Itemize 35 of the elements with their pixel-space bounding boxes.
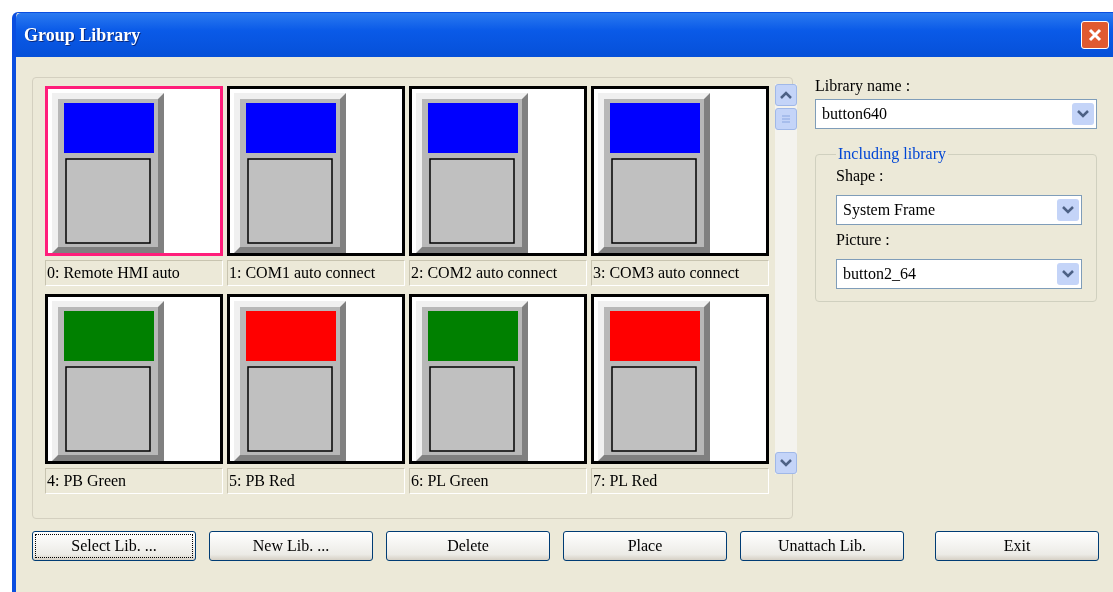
close-icon[interactable] xyxy=(1081,21,1109,49)
library-item[interactable] xyxy=(227,86,405,256)
item-label: 5: PB Red xyxy=(227,468,405,494)
group-title: Including library xyxy=(837,145,947,163)
dialog-button[interactable]: Select Lib. ... xyxy=(32,531,196,561)
library-item[interactable] xyxy=(409,86,587,256)
scroll-up-icon[interactable] xyxy=(775,84,797,106)
library-item[interactable] xyxy=(591,86,769,256)
dialog-button[interactable]: Delete xyxy=(386,531,550,561)
item-label: 2: COM2 auto connect xyxy=(409,260,587,286)
dialog-button[interactable]: New Lib. ... xyxy=(209,531,373,561)
dropdown[interactable]: button640 xyxy=(815,99,1097,129)
scroll-down-icon[interactable] xyxy=(775,452,797,474)
library-item[interactable] xyxy=(227,294,405,464)
library-item[interactable] xyxy=(409,294,587,464)
item-label: 3: COM3 auto connect xyxy=(591,260,769,286)
item-label: 0: Remote HMI auto xyxy=(45,260,223,286)
dropdown[interactable]: System Frame xyxy=(836,195,1082,225)
field-label: Picture : xyxy=(836,231,891,250)
library-item[interactable] xyxy=(591,294,769,464)
field-label: Library name : xyxy=(815,77,912,97)
item-label: 1: COM1 auto connect xyxy=(227,260,405,286)
window-title: Group Library xyxy=(24,24,141,46)
item-label: 4: PB Green xyxy=(45,468,223,494)
scroll-thumb[interactable] xyxy=(775,108,797,130)
dialog-button[interactable]: Place xyxy=(563,531,727,561)
library-item[interactable] xyxy=(45,294,223,464)
dropdown[interactable]: button2_64 xyxy=(836,259,1082,289)
dialog-button[interactable]: Unattach Lib. xyxy=(740,531,904,561)
item-label: 7: PL Red xyxy=(591,468,769,494)
dialog-button[interactable]: Exit xyxy=(935,531,1099,561)
library-item[interactable] xyxy=(45,86,223,256)
scrollbar[interactable] xyxy=(775,84,797,474)
item-label: 6: PL Green xyxy=(409,468,587,494)
field-label: Shape : xyxy=(836,167,885,187)
